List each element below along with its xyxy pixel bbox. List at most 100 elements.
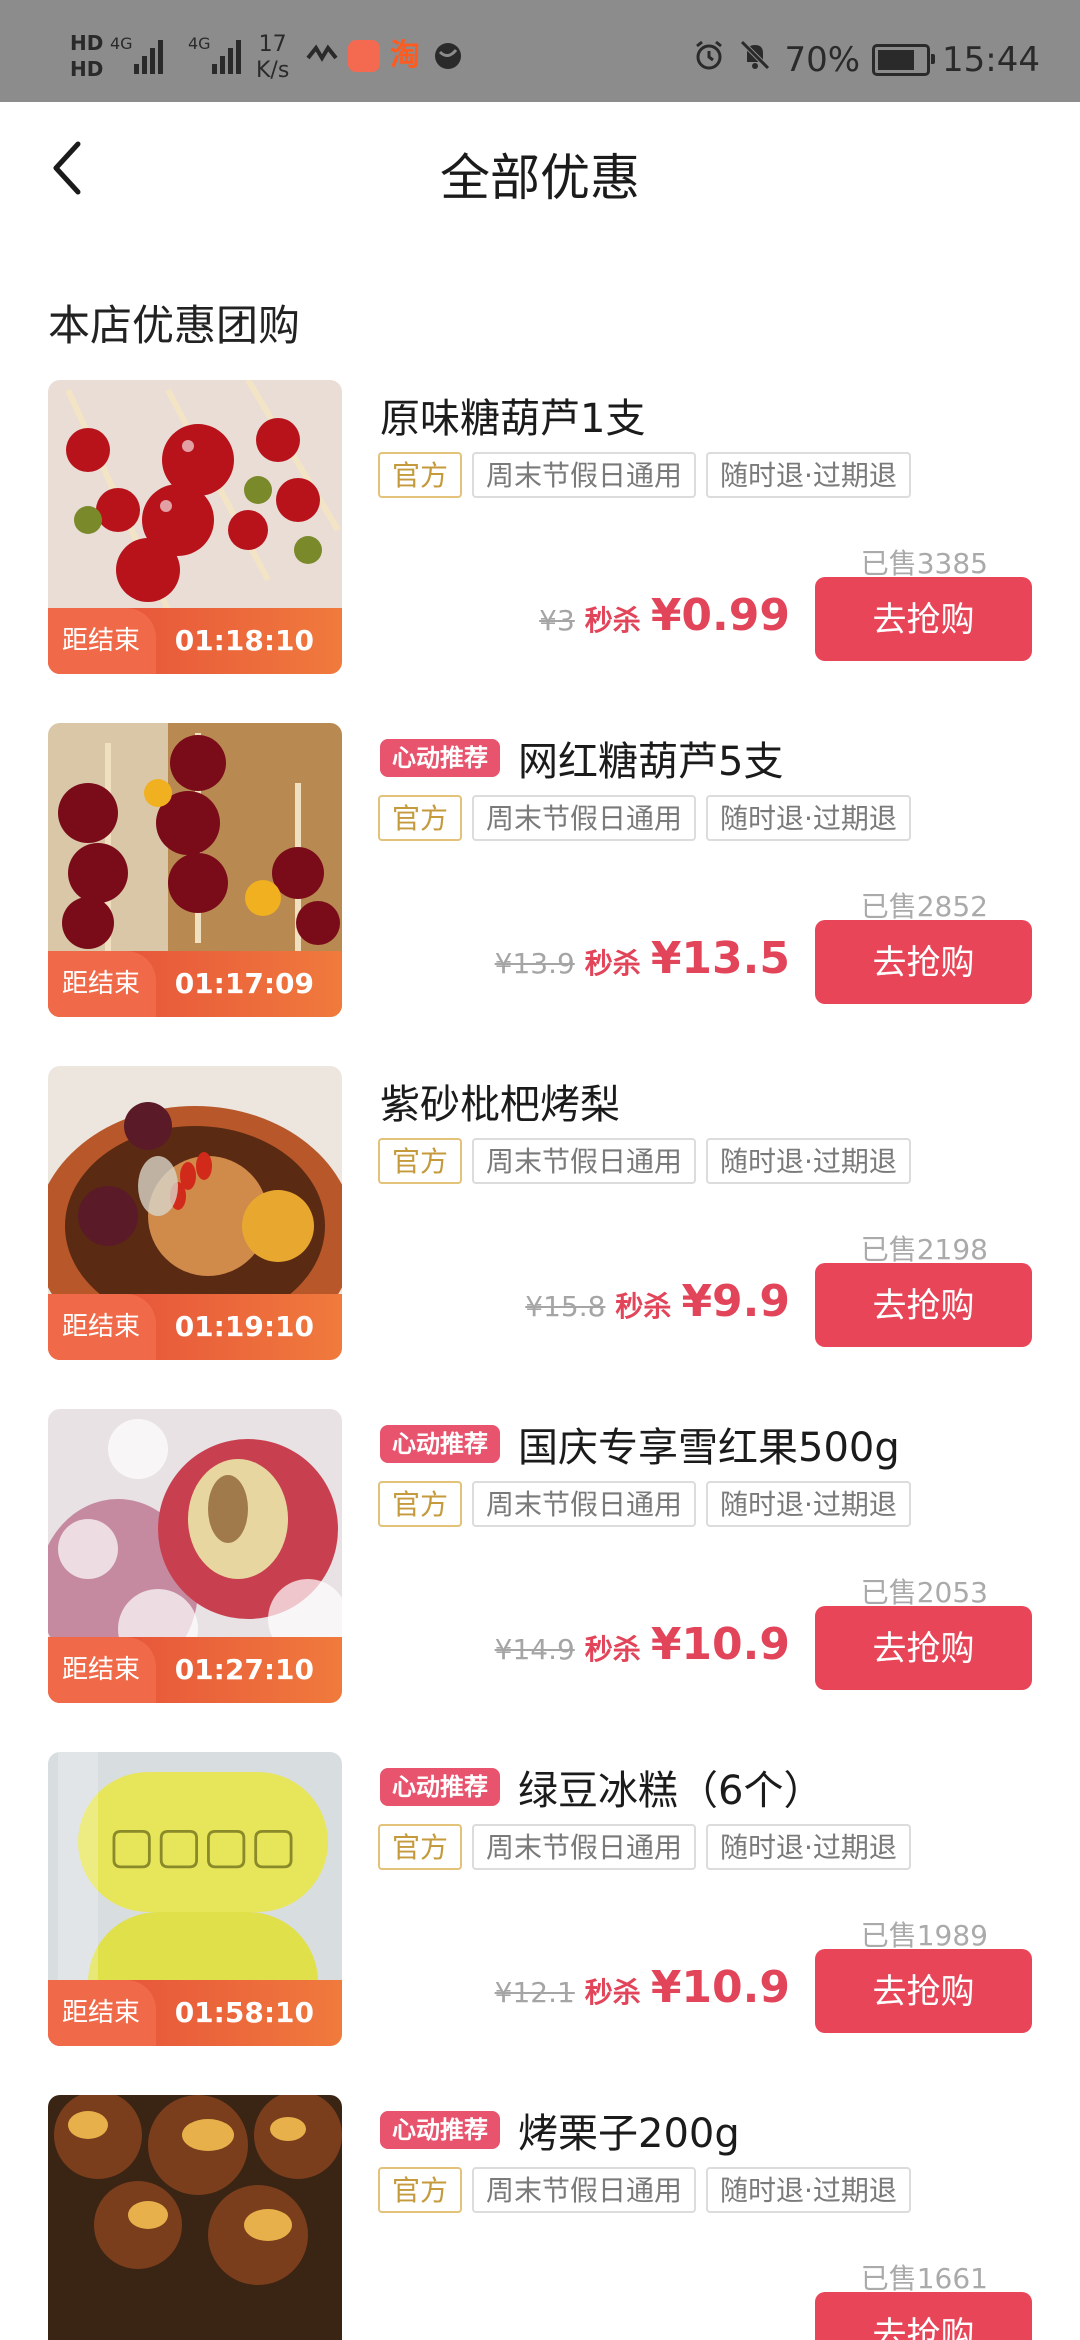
sold-count: 已售2053 [860,1576,988,1609]
product-name: 紫砂枇杷烤梨 [380,1082,620,1128]
hd-label-1: HD [70,31,104,55]
deal-list: 本店优惠团购 距结束 01:18:10 原味糖葫芦1支 官方 周末节假日通用 随时退·过期… [0,234,1080,2340]
product-name: 网红糖葫芦5支 [518,739,784,785]
countdown-label: 距结束 [48,1637,156,1703]
product-title-row: 心动推荐 绿豆冰糕（6个） [380,1758,823,1816]
countdown-label: 距结束 [48,951,156,1017]
countdown-time: 01:19:10 [174,1310,314,1343]
sale-price: ¥10.9 [650,1619,790,1670]
countdown-time: 01:27:10 [174,1653,314,1686]
product-image[interactable]: 距结束 01:18:10 [48,380,342,674]
tag-official: 官方 [378,1481,463,1527]
countdown-time: 01:58:10 [174,1996,314,2029]
sale-price: ¥13.5 [650,933,790,984]
countdown-bar: 距结束 01:27:10 [48,1637,342,1703]
tag-refund: 随时退·过期退 [706,1824,911,1870]
tag-list: 官方 周末节假日通用 随时退·过期退 [378,2167,911,2213]
deal-item[interactable]: 距结束 01:27:10 心动推荐 国庆专享雪红果500g 官方 周末节假日通用 随时退·过… [0,1409,1080,1709]
tag-refund: 随时退·过期退 [706,795,911,841]
deal-item[interactable]: 距结束 01:17:09 心动推荐 网红糖葫芦5支官方 周末节假日通用 随时退·过期退已售… [0,723,1080,1023]
section-title: 本店优惠团购 [48,301,301,350]
sold-count: 已售3385 [860,547,988,580]
tag-refund: 随时退·过期退 [706,452,911,498]
sold-count: 已售1661 [860,2262,988,2295]
taobao-icon: 淘 [390,38,420,73]
battery-percent: 70% [784,39,861,80]
tag-list: 官方 周末节假日通用 随时退·过期退 [378,795,911,841]
buy-now-button[interactable]: 去抢购 [815,1263,1032,1347]
tag-refund: 随时退·过期退 [706,1481,911,1527]
network-speed: 17 K/s [256,32,289,84]
flash-sale-label: 秒杀 [584,947,641,980]
flash-sale-label: 秒杀 [584,1976,641,2009]
buy-now-button[interactable]: 去抢购 [815,920,1032,1004]
deal-item[interactable]: 距结束 01:18:10 原味糖葫芦1支官方 周末节假日通用 随时退·过期退已售3385… [0,380,1080,680]
product-title-row: 紫砂枇杷烤梨 [380,1072,620,1130]
buy-now-button[interactable]: 去抢购 [815,1606,1032,1690]
product-name: 烤栗子200g [518,2111,740,2157]
countdown-bar: 距结束 01:17:09 [48,951,342,1017]
deal-item[interactable]: 大致跨境心动推荐烤栗子200g 官方周末节假日通用随时退·过期退已售1661去抢购 [0,2095,1080,2340]
status-right: 70% 15:44 [692,38,1040,81]
product-title-row: 心动推荐 烤栗子200g [380,2101,740,2159]
recommend-badge: 心动推荐 [380,1425,500,1463]
countdown-label: 距结束 [48,608,156,674]
sold-count: 已售2198 [860,1233,988,1266]
countdown-bar: 距结束 01:19:10 [48,1294,342,1360]
tag-refund: 随时退·过期退 [706,2167,911,2213]
buy-now-button[interactable]: 去抢购 [815,2292,1032,2340]
product-image[interactable]: 距结束 01:19:10 [48,1066,342,1360]
speed-value: 17 [258,32,287,57]
tag-weekend: 周末节假日通用 [472,2167,697,2213]
price-row: ¥15.8 秒杀 ¥9.9 [525,1276,790,1327]
tag-weekend: 周末节假日通用 [472,1481,697,1527]
product-image[interactable]: 距结束 01:17:09 [48,723,342,1017]
tag-weekend: 周末节假日通用 [472,452,697,498]
app-icon-notify [348,40,380,72]
sale-price: ¥10.9 [650,1962,790,2013]
original-price: ¥14.9 [494,1633,575,1666]
deal-item[interactable]: 距结束 01:19:10 紫砂枇杷烤梨官方 周末节假日通用 随时退·过期退已售2198 ¥… [0,1066,1080,1366]
buy-now-button[interactable]: 去抢购 [815,1949,1032,2033]
alarm-icon [692,38,726,81]
tag-list: 官方 周末节假日通用 随时退·过期退 [378,1481,911,1527]
sold-count: 已售1989 [860,1919,988,1952]
product-name: 国庆专享雪红果500g [518,1425,900,1471]
sold-count: 已售2852 [860,890,988,923]
product-title-row: 心动推荐 网红糖葫芦5支 [380,729,783,787]
countdown-time: 01:18:10 [174,624,314,657]
product-image[interactable]: 大致跨境 [48,2095,342,2340]
clock: 15:44 [942,39,1040,80]
browser-icon [432,40,464,72]
hd-label-2: HD [70,57,104,81]
recommend-badge: 心动推荐 [380,1768,500,1806]
product-image[interactable]: ▢▢▢▢ 距结束 01:58:10 [48,1752,342,2046]
deal-item[interactable]: ▢▢▢▢ 距结束 01:58:10 心动推荐 绿豆冰糕（6个） 官方 周末节假日通用 随时退·… [0,1752,1080,2052]
countdown-label: 距结束 [48,1294,156,1360]
original-price: ¥13.9 [494,947,575,980]
product-title-row: 心动推荐 国庆专享雪红果500g [380,1415,900,1473]
nav-header: 全部优惠 [0,102,1080,235]
tag-official: 官方 [378,1824,463,1870]
product-name: 绿豆冰糕（6个） [518,1768,824,1814]
speed-unit: K/s [256,58,290,83]
flash-sale-label: 秒杀 [584,1633,641,1666]
original-price: ¥3 [539,604,575,637]
original-price: ¥12.1 [494,1976,575,2009]
price-row: ¥3 秒杀 ¥0.99 [539,590,790,641]
product-image[interactable]: 距结束 01:27:10 [48,1409,342,1703]
product-title-row: 原味糖葫芦1支 [380,386,645,444]
sale-price: ¥0.99 [650,590,790,641]
countdown-bar: 距结束 01:18:10 [48,608,342,674]
status-bar: HD HD 4G 4G 17 K/s 淘 70% 15:44 [0,0,1080,102]
countdown-time: 01:17:09 [174,967,314,1000]
tag-official: 官方 [378,452,463,498]
tag-official: 官方 [378,2167,463,2213]
hd-indicator: HD HD [70,30,103,82]
tag-weekend: 周末节假日通用 [472,1138,697,1184]
tag-official: 官方 [378,1138,463,1184]
battery-icon [872,43,936,76]
tag-list: 官方 周末节假日通用 随时退·过期退 [378,1138,911,1184]
buy-now-button[interactable]: 去抢购 [815,577,1032,661]
recommend-badge: 心动推荐 [380,739,500,777]
